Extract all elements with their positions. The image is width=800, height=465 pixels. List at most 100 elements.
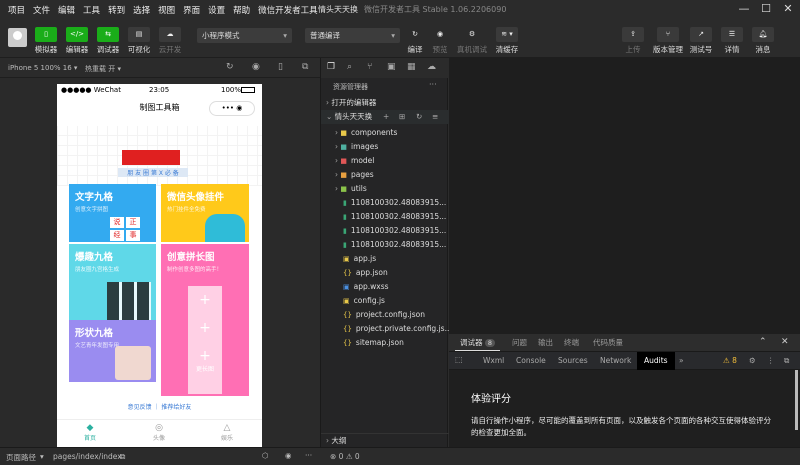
debugger-button[interactable]: ⇆ 调试器 xyxy=(95,27,121,55)
hot-reload-toggle[interactable]: 热重载 开 ▾ xyxy=(85,64,121,74)
gear-icon[interactable]: ⚙ xyxy=(749,352,756,370)
files-icon[interactable]: ❐ xyxy=(327,62,335,72)
details-button[interactable]: ☰ 详情 xyxy=(719,27,745,55)
tab-home[interactable]: ◆ 首页 xyxy=(75,423,105,442)
close-panel-icon[interactable]: ✕ xyxy=(781,337,789,347)
scene-icon[interactable]: ⬡ xyxy=(262,451,269,460)
file-item[interactable]: {} project.private.config.js... xyxy=(321,322,449,336)
menu-item-tools[interactable]: 工具 xyxy=(83,4,100,16)
page-path[interactable]: pages/index/index xyxy=(53,452,122,461)
device-select[interactable]: iPhone 5 100% 16 ▾ xyxy=(8,64,77,72)
more-icon[interactable]: ⋮ xyxy=(767,352,775,370)
cloud-button[interactable]: ☁ 云开发 xyxy=(157,27,183,55)
card-text-grid[interactable]: 文字九格创意文字拼图 说 正 经 事 专 用 xyxy=(69,184,156,254)
file-item[interactable]: {} sitemap.json xyxy=(321,336,449,350)
avatar[interactable] xyxy=(8,28,27,47)
tab-network[interactable]: Network xyxy=(600,352,631,370)
error-warning-count[interactable]: ⊗ 0 ⚠ 0 xyxy=(330,452,360,461)
test-account-button[interactable]: ↗ 测试号 xyxy=(687,27,715,55)
menu-item-help[interactable]: 帮助 xyxy=(233,4,250,16)
menu-item-ui[interactable]: 界面 xyxy=(183,4,200,16)
file-item[interactable]: ▮ 1108100302.48083915... xyxy=(321,196,449,210)
file-item[interactable]: ▣ app.wxss xyxy=(321,280,449,294)
folder-item[interactable]: › ■ components xyxy=(321,126,449,140)
card-long-image[interactable]: 创意拼长图 制作创意多图的高手！ + + + 更长图 xyxy=(161,244,249,396)
minimize-icon[interactable]: — xyxy=(737,2,751,16)
file-item[interactable]: {} app.json xyxy=(321,266,449,280)
copy-icon[interactable]: ⧉ xyxy=(120,452,125,462)
project-root[interactable]: ⌄ 情头天天换 + ⊞ ↻ ≡ xyxy=(321,110,449,124)
tab-avatar[interactable]: ◎ 头像 xyxy=(144,423,174,442)
popout-icon[interactable]: ⧉ xyxy=(302,62,308,72)
rotate-icon[interactable]: ↻ xyxy=(226,62,234,72)
phone-icon[interactable]: ▯ xyxy=(278,62,283,72)
tab-console[interactable]: Console xyxy=(516,352,546,370)
tab-audits[interactable]: Audits xyxy=(637,352,675,370)
compile-select[interactable]: 普通编译 ▾ xyxy=(305,28,400,43)
folder-item[interactable]: › ■ model xyxy=(321,154,449,168)
record-icon[interactable]: ◉ xyxy=(252,62,260,72)
tab-wxml[interactable]: Wxml xyxy=(483,352,504,370)
menu-item-settings[interactable]: 设置 xyxy=(208,4,225,16)
dock-icon[interactable]: ⧉ xyxy=(784,352,789,370)
file-item[interactable]: ▮ 1108100302.48083915... xyxy=(321,210,449,224)
folder-item[interactable]: › ■ pages xyxy=(321,168,449,182)
compile-button[interactable]: ↻ 编译 xyxy=(404,27,426,55)
tab-fun[interactable]: △ 娱乐 xyxy=(212,423,242,442)
refresh-icon[interactable]: ↻ xyxy=(416,110,422,124)
open-editors-section[interactable]: › 打开的编辑器 xyxy=(321,96,449,110)
debug-icon[interactable]: ▣ xyxy=(387,62,396,72)
inspect-icon[interactable]: ⬚ xyxy=(455,355,463,364)
tab-problems[interactable]: 问题 xyxy=(507,334,532,351)
chevron-down-icon[interactable]: ▾ xyxy=(40,452,44,461)
more-tabs-icon[interactable]: » xyxy=(679,352,684,370)
file-item[interactable]: ▮ 1108100302.48083915... xyxy=(321,224,449,238)
upload-button[interactable]: ⇪ 上传 xyxy=(620,27,646,55)
card-fun-grid[interactable]: 爆趣九格 朋友圈九宫格生成 xyxy=(69,244,156,324)
menu-item-file[interactable]: 文件 xyxy=(33,4,50,16)
visual-button[interactable]: ▤ 可视化 xyxy=(126,27,152,55)
card-shape-grid[interactable]: 形状九格 文艺青年发图专用 xyxy=(69,320,156,382)
preview-button[interactable]: ◉ 预览 xyxy=(429,27,451,55)
footer-links[interactable]: 意见反馈 ｜ 推荐给好友 xyxy=(57,402,262,411)
file-item[interactable]: {} project.config.json xyxy=(321,308,449,322)
close-icon[interactable]: ✕ xyxy=(781,2,795,16)
menu-item-wechat-devtools[interactable]: 微信开发者工具 xyxy=(258,4,318,16)
tab-output[interactable]: 输出 xyxy=(533,334,558,351)
extensions-icon[interactable]: ▦ xyxy=(407,62,416,72)
chevron-up-icon[interactable]: ⌃ xyxy=(759,337,767,347)
eye-icon[interactable]: ◉ xyxy=(285,451,292,460)
folder-item[interactable]: › ■ utils xyxy=(321,182,449,196)
search-icon[interactable]: ⌕ xyxy=(347,62,352,72)
remote-debug-button[interactable]: ⚙ 真机调试 xyxy=(455,27,489,55)
new-folder-icon[interactable]: ⊞ xyxy=(399,110,405,124)
more-icon[interactable]: ··· xyxy=(429,80,437,89)
more-icon[interactable]: ··· xyxy=(305,451,312,460)
tab-sources[interactable]: Sources xyxy=(558,352,588,370)
menu-item-edit[interactable]: 编辑 xyxy=(58,4,75,16)
folder-item[interactable]: › ■ images xyxy=(321,140,449,154)
menu-item-project[interactable]: 项目 xyxy=(8,4,25,16)
collapse-icon[interactable]: ≡ xyxy=(432,110,438,124)
file-item[interactable]: ▮ 1108100302.48083915... xyxy=(321,238,449,252)
new-file-icon[interactable]: + xyxy=(383,110,389,124)
messages-button[interactable]: 🔔︎ 消息 xyxy=(750,27,776,55)
capsule-menu[interactable]: ••• ◉ xyxy=(209,101,255,116)
mode-select[interactable]: 小程序模式 ▾ xyxy=(197,28,292,43)
file-item[interactable]: ▣ config.js xyxy=(321,294,449,308)
warning-count[interactable]: ⚠ 8 xyxy=(723,352,737,370)
card-avatar-pendant[interactable]: 微信头像挂件 热门挂件全免费 xyxy=(161,184,249,242)
source-control-icon[interactable]: ⑂ xyxy=(367,62,372,72)
tab-terminal[interactable]: 终端 xyxy=(559,334,584,351)
maximize-icon[interactable]: ☐ xyxy=(759,2,773,16)
menu-item-goto[interactable]: 转到 xyxy=(108,4,125,16)
scrollbar[interactable] xyxy=(795,370,798,430)
editor-button[interactable]: </> 编辑器 xyxy=(64,27,90,55)
cloud-icon[interactable]: ☁ xyxy=(427,62,436,72)
simulator-button[interactable]: ▯ 模拟器 xyxy=(33,27,59,55)
file-item[interactable]: ▣ app.js xyxy=(321,252,449,266)
outline-section[interactable]: › 大纲 xyxy=(321,433,449,447)
tab-debugger[interactable]: 调试器 8 xyxy=(455,334,501,351)
clear-cache-button[interactable]: ≋ ▾ 清缓存 xyxy=(492,27,522,55)
version-button[interactable]: ⑂ 版本管理 xyxy=(651,27,685,55)
